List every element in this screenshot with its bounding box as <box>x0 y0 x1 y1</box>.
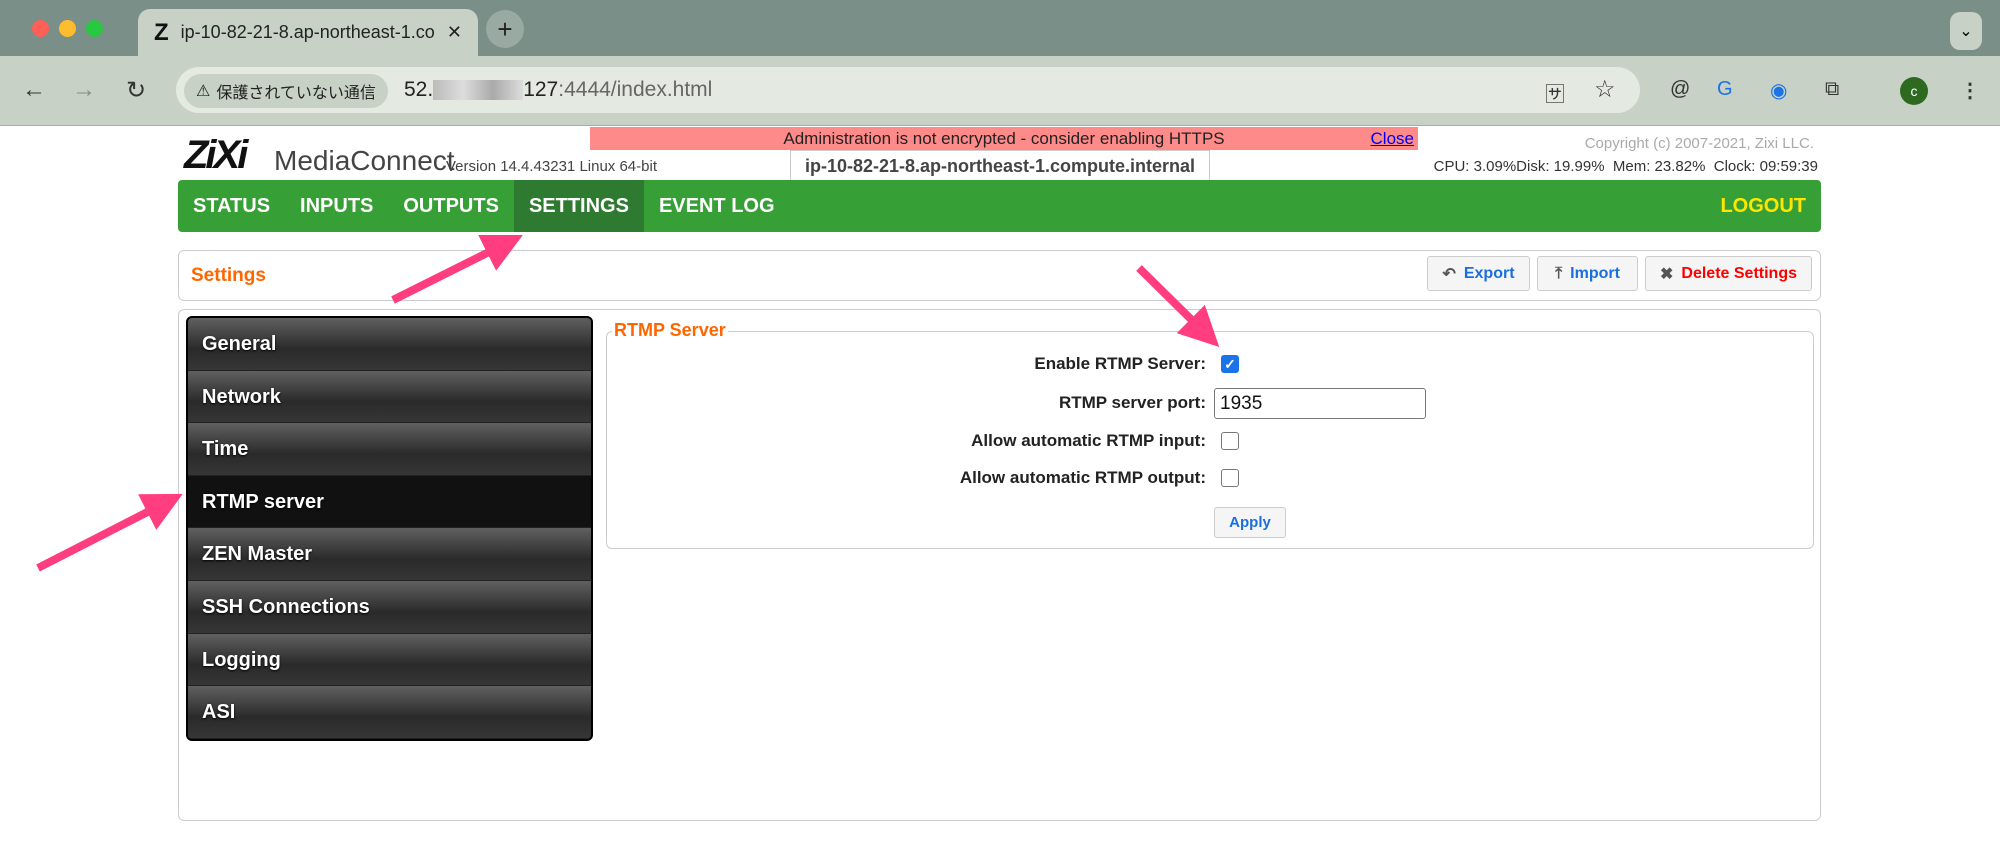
enable-rtmp-checkbox[interactable]: ✓ <box>1221 355 1239 373</box>
extension-translate-icon[interactable]: G <box>1717 78 1733 101</box>
logout-button[interactable]: LOGOUT <box>1705 180 1821 232</box>
new-tab-button[interactable]: + <box>486 10 524 48</box>
delete-settings-button[interactable]: ✖ Delete Settings <box>1645 256 1812 291</box>
https-warning-banner: Administration is not encrypted - consid… <box>590 127 1418 150</box>
extension-email-icon[interactable]: @ <box>1670 78 1690 101</box>
zixi-favicon-icon: Z <box>154 18 169 46</box>
auto-input-checkbox[interactable] <box>1221 432 1239 450</box>
close-window-button[interactable] <box>32 20 49 37</box>
rtmp-port-label: RTMP server port: <box>1058 393 1206 412</box>
sidebar-item-logging[interactable]: Logging <box>188 633 591 687</box>
forward-icon[interactable]: → <box>72 76 96 104</box>
banner-close-link[interactable]: Close <box>1371 127 1414 150</box>
enable-rtmp-label: Enable RTMP Server: <box>1034 354 1206 373</box>
redacted-ip <box>433 80 524 101</box>
export-label: Export <box>1463 264 1515 282</box>
auto-output-checkbox[interactable] <box>1221 469 1239 487</box>
product-name: MediaConnect <box>274 145 455 176</box>
page-title: Settings <box>191 265 266 286</box>
sidebar-item-network[interactable]: Network <box>188 370 591 424</box>
extensions-puzzle-icon[interactable]: ⧉ <box>1825 78 1839 101</box>
main-nav: STATUS INPUTS OUTPUTS SETTINGS EVENT LOG… <box>178 180 1821 232</box>
fieldset-legend: RTMP Server <box>612 320 728 341</box>
nav-inputs[interactable]: INPUTS <box>285 180 388 232</box>
reload-icon[interactable]: ↻ <box>126 76 146 105</box>
url-text[interactable]: 52. 127:4444/index.html <box>404 78 712 102</box>
browser-menu-icon[interactable]: ⋮ <box>1960 78 1980 103</box>
hostname: ip-10-82-21-8.ap-northeast-1.compute.int… <box>790 150 1210 180</box>
translate-icon[interactable]: 🈂 <box>1545 78 1565 107</box>
tab-search-button[interactable]: ⌄ <box>1950 12 1982 50</box>
copyright: Copyright (c) 2007-2021, Zixi LLC. <box>1584 135 1814 152</box>
import-icon: ⤒ <box>1555 264 1563 282</box>
address-bar[interactable] <box>176 67 1640 113</box>
system-stats: CPU: 3.09%Disk: 19.99% Mem: 23.82% Clock… <box>1433 158 1818 175</box>
settings-sidebar: General Network Time RTMP server ZEN Mas… <box>186 316 593 741</box>
nav-outputs[interactable]: OUTPUTS <box>388 180 514 232</box>
import-button[interactable]: ⤒ Import <box>1537 256 1638 291</box>
arrow-to-rtmp-sidebar <box>36 493 183 572</box>
version-text: Version 14.4.43231 Linux 64-bit <box>446 158 657 175</box>
rtmp-port-input[interactable] <box>1214 388 1426 419</box>
close-tab-icon[interactable]: ✕ <box>447 22 462 43</box>
security-chip[interactable]: ⚠ 保護されていない通信 <box>184 74 388 108</box>
profile-avatar[interactable]: c <box>1900 77 1928 105</box>
url-host-end: 127 <box>523 78 559 101</box>
tab-title: ip-10-82-21-8.ap-northeast-1.compute.int… <box>180 22 435 42</box>
url-prefix: 52. <box>404 78 434 101</box>
nav-status[interactable]: STATUS <box>178 180 285 232</box>
delete-x-icon: ✖ <box>1660 265 1674 283</box>
import-label: Import <box>1570 264 1620 282</box>
back-icon[interactable]: ← <box>22 76 46 104</box>
warning-icon: ⚠ <box>196 83 211 100</box>
minimize-window-button[interactable] <box>59 20 76 37</box>
password-manager-icon[interactable]: ◉ <box>1770 78 1787 103</box>
banner-message: Administration is not encrypted - consid… <box>783 129 1225 148</box>
security-label: 保護されていない通信 <box>216 85 376 102</box>
browser-tab[interactable]: Z ip-10-82-21-8.ap-northeast-1.compute.i… <box>138 9 478 56</box>
maximize-window-button[interactable] <box>86 20 103 37</box>
nav-event-log[interactable]: EVENT LOG <box>644 180 790 232</box>
sidebar-item-general[interactable]: General <box>188 318 591 371</box>
bookmark-star-icon[interactable]: ☆ <box>1594 75 1616 104</box>
sidebar-item-ssh-connections[interactable]: SSH Connections <box>188 580 591 634</box>
export-button[interactable]: ↶ Export <box>1427 256 1530 291</box>
sidebar-item-zen-master[interactable]: ZEN Master <box>188 528 591 581</box>
export-icon: ↶ <box>1442 265 1456 283</box>
apply-button[interactable]: Apply <box>1214 507 1286 538</box>
delete-label: Delete Settings <box>1681 264 1797 282</box>
sidebar-item-asi[interactable]: ASI <box>188 686 591 739</box>
nav-settings[interactable]: SETTINGS <box>513 180 644 232</box>
zixi-logo: ZiXi <box>184 133 248 177</box>
auto-input-label: Allow automatic RTMP input: <box>971 431 1206 450</box>
sidebar-item-rtmp-server[interactable]: RTMP server <box>188 475 591 529</box>
rtmp-server-fieldset <box>606 331 1814 549</box>
auto-output-label: Allow automatic RTMP output: <box>959 468 1206 487</box>
sidebar-item-time[interactable]: Time <box>188 423 591 476</box>
url-path: :4444/index.html <box>558 78 713 101</box>
